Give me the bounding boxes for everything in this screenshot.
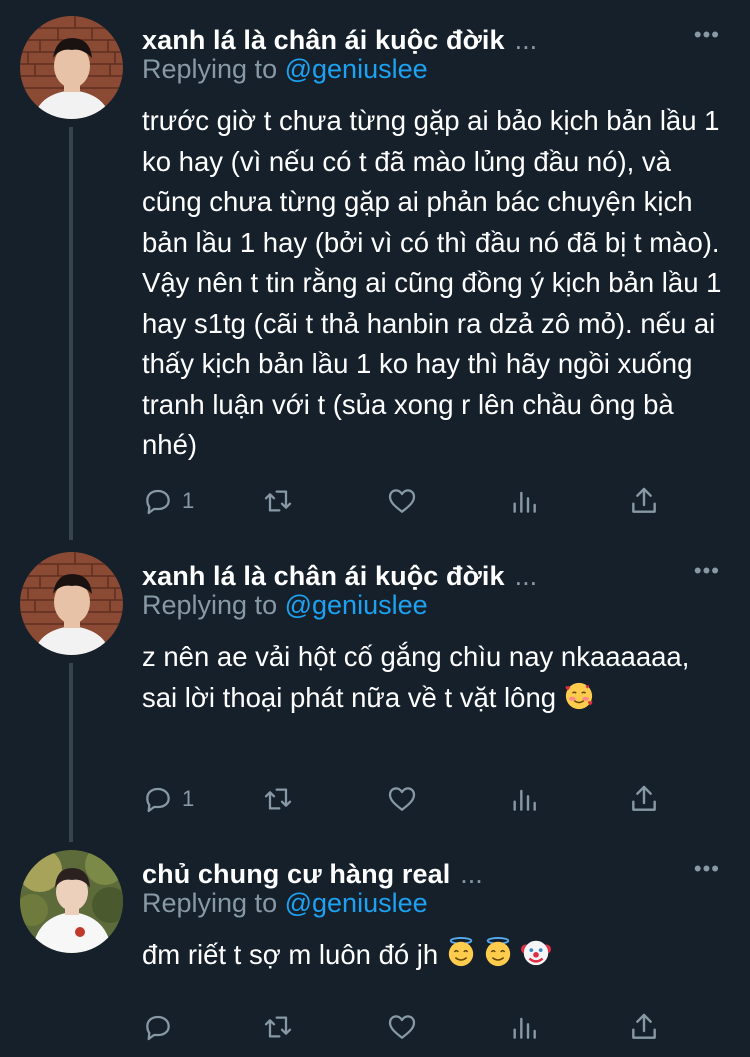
share-button[interactable]	[628, 1007, 660, 1047]
replying-prefix: Replying to	[142, 590, 278, 620]
reply-count: 1	[182, 786, 195, 811]
avatar[interactable]	[20, 16, 123, 119]
author-name[interactable]: xanh lá là chân ái kuộc đờik	[142, 561, 505, 592]
tweet-text: đm riết t sợ m luôn đó jh	[142, 939, 439, 970]
name-truncation: ...	[514, 24, 538, 55]
replying-to: Replying to @geniuslee	[142, 888, 428, 919]
replying-prefix: Replying to	[142, 54, 278, 84]
tweet-text-block: đm riết t sợ m luôn đó jh	[142, 935, 732, 976]
replying-prefix: Replying to	[142, 888, 278, 918]
avatar[interactable]	[20, 552, 123, 655]
action-bar: 1	[0, 779, 750, 819]
share-icon	[632, 1013, 656, 1039]
author-name[interactable]: xanh lá là chân ái kuộc đờik	[142, 25, 505, 56]
more-options-icon[interactable]: •••	[694, 858, 720, 880]
tweet-text: z nên ae vải hột cố gắng chìu nay nkaaaa…	[142, 641, 690, 713]
author-row: xanh lá là chân ái kuộc đờik ...	[142, 558, 730, 594]
analytics-icon	[513, 1017, 536, 1039]
name-truncation: ...	[460, 858, 483, 889]
smiling-face-with-hearts-icon	[565, 682, 593, 709]
tweet-text: trước giờ t chưa từng gặp ai bảo kịch bả…	[142, 105, 722, 460]
retweet-button[interactable]	[262, 779, 294, 819]
replying-handle-link[interactable]: @geniuslee	[285, 54, 428, 84]
retweet-icon	[264, 1016, 292, 1038]
reply-button[interactable]: 1	[142, 779, 194, 819]
smiling-face-with-halo-icon	[448, 937, 474, 967]
reply-icon	[146, 489, 170, 515]
heart-icon	[388, 489, 416, 513]
retweet-icon	[264, 788, 292, 810]
tweet-1[interactable]: xanh lá là chân ái kuộc đờik ... ••• Rep…	[0, 0, 750, 540]
reply-button[interactable]: 1	[142, 481, 194, 521]
retweet-button[interactable]	[262, 481, 294, 521]
more-options-icon[interactable]: •••	[694, 24, 720, 46]
action-bar	[0, 1007, 750, 1047]
share-button[interactable]	[628, 481, 660, 521]
analytics-button[interactable]	[508, 1007, 540, 1047]
like-button[interactable]	[386, 779, 418, 819]
tweet-text-block: z nên ae vải hột cố gắng chìu nay nkaaaa…	[142, 637, 732, 718]
heart-icon	[388, 787, 416, 811]
reply-icon	[146, 1015, 170, 1041]
avatar-image	[20, 552, 123, 655]
replying-handle-link[interactable]: @geniuslee	[285, 590, 428, 620]
smiling-face-with-halo-icon	[486, 937, 511, 967]
heart-icon	[388, 1015, 416, 1039]
share-icon	[632, 785, 656, 811]
analytics-icon	[513, 789, 536, 811]
avatar-image	[20, 16, 123, 119]
action-bar: 1	[0, 481, 750, 521]
avatar-image	[20, 850, 123, 953]
like-button[interactable]	[386, 1007, 418, 1047]
share-icon	[632, 487, 656, 513]
clown-face-icon	[521, 940, 552, 966]
more-options-icon[interactable]: •••	[694, 560, 720, 582]
like-button[interactable]	[386, 481, 418, 521]
replying-handle-link[interactable]: @geniuslee	[285, 888, 428, 918]
reply-count: 1	[182, 488, 195, 513]
tweet-3[interactable]: chủ chung cư hàng real ... ••• Replying …	[0, 834, 750, 1057]
analytics-button[interactable]	[508, 481, 540, 521]
tweet-2[interactable]: xanh lá là chân ái kuộc đờik ... ••• Rep…	[0, 536, 750, 842]
author-row: xanh lá là chân ái kuộc đờik ...	[142, 22, 730, 58]
author-name[interactable]: chủ chung cư hàng real	[142, 859, 450, 890]
avatar[interactable]	[20, 850, 123, 953]
retweet-icon	[264, 490, 292, 512]
share-button[interactable]	[628, 779, 660, 819]
replying-to: Replying to @geniuslee	[142, 54, 428, 85]
reply-button[interactable]	[142, 1007, 182, 1047]
analytics-icon	[513, 491, 536, 513]
reply-icon	[146, 787, 170, 813]
thread-line	[69, 127, 73, 540]
analytics-button[interactable]	[508, 779, 540, 819]
replying-to: Replying to @geniuslee	[142, 590, 428, 621]
author-row: chủ chung cư hàng real ...	[142, 856, 730, 892]
name-truncation: ...	[514, 560, 538, 591]
retweet-button[interactable]	[262, 1007, 294, 1047]
